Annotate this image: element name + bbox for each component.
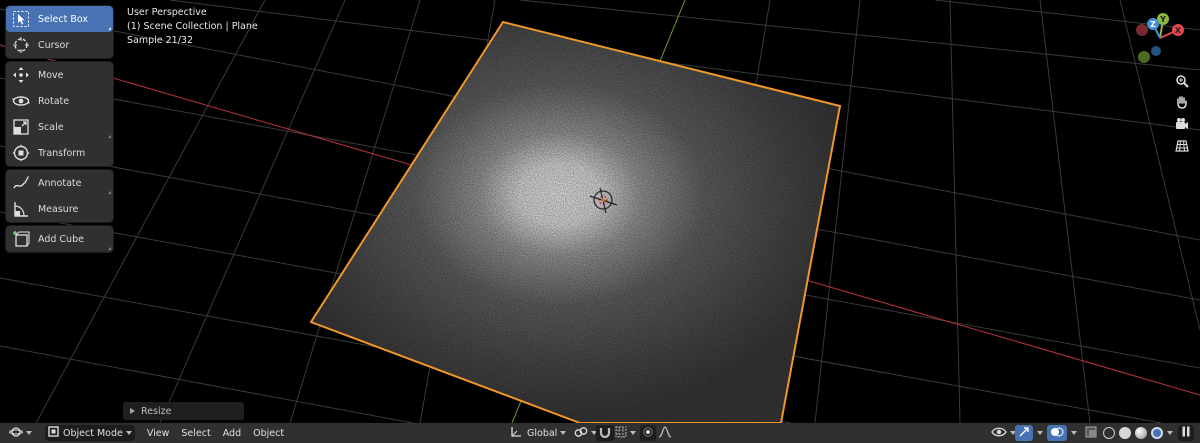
tool-group-select: Select Box Cursor xyxy=(6,6,113,58)
material-preview-icon[interactable] xyxy=(1135,427,1147,439)
render-sample-count: Sample 21/32 xyxy=(127,35,194,46)
tool-annotate[interactable]: Annotate xyxy=(6,170,113,196)
tool-cursor[interactable]: Cursor xyxy=(6,32,113,58)
proportional-edit-icon xyxy=(643,426,653,440)
menu-add[interactable]: Add xyxy=(217,428,247,439)
zoom-icon[interactable] xyxy=(1171,70,1193,92)
magnet-icon xyxy=(599,426,611,441)
falloff-curve-icon xyxy=(658,425,672,441)
tool-label: Move xyxy=(38,69,64,81)
xray-icon xyxy=(1085,426,1097,441)
snap-grid-icon xyxy=(615,426,627,441)
tool-add-cube[interactable]: Add Cube xyxy=(6,226,113,252)
tool-label: Cursor xyxy=(38,39,70,51)
viewport-info: User Perspective (1) Scene Collection | … xyxy=(127,6,258,48)
shading-modes xyxy=(1101,427,1165,439)
x-axis-label: X xyxy=(1175,26,1182,35)
falloff-dropdown[interactable] xyxy=(655,425,675,441)
gizmo-toggle[interactable] xyxy=(1015,425,1033,441)
mode-label: Object Mode xyxy=(63,427,123,439)
tool-rotate[interactable]: Rotate xyxy=(6,88,113,114)
menu-select[interactable]: Select xyxy=(175,428,216,439)
eye-icon xyxy=(991,426,1007,441)
transform-icon xyxy=(10,142,32,164)
solid-shading-icon[interactable] xyxy=(1119,427,1131,439)
tool-label: Measure xyxy=(38,203,79,215)
navigation-gizmo[interactable]: X Y Z xyxy=(1130,8,1190,68)
expand-arrow-icon xyxy=(130,408,135,414)
proportional-edit-toggle[interactable] xyxy=(640,425,656,441)
y-axis-label: Y xyxy=(1159,15,1166,24)
overlay-circles-icon xyxy=(1050,426,1064,441)
tool-move[interactable]: Move xyxy=(6,62,113,88)
collection-info: (1) Scene Collection | Plane xyxy=(127,21,258,32)
rotate-icon xyxy=(10,90,32,112)
orientation-label: Global xyxy=(527,427,558,439)
object-mode-icon xyxy=(48,426,59,440)
hand-pan-icon[interactable] xyxy=(1171,91,1193,113)
camera-icon[interactable] xyxy=(1171,113,1193,135)
tool-transform[interactable]: Transform xyxy=(6,140,113,166)
rendered-shading-icon[interactable] xyxy=(1151,427,1163,439)
tool-label: Add Cube xyxy=(38,233,84,245)
move-icon xyxy=(10,64,32,86)
menu-view[interactable]: View xyxy=(141,428,176,439)
tool-label: Rotate xyxy=(38,95,70,107)
transform-orientation-dropdown[interactable]: Global xyxy=(507,425,569,441)
chevron-down-icon xyxy=(125,431,132,435)
last-operator-panel[interactable]: Resize xyxy=(123,402,244,420)
tool-group-transform: Move Rotate Scale Transform xyxy=(6,62,113,166)
tool-shelf: Select Box Cursor Move Rotate Scale Tran… xyxy=(6,6,113,256)
chevron-down-icon[interactable] xyxy=(1167,431,1173,435)
chevron-down-icon xyxy=(630,431,636,435)
annotate-icon xyxy=(10,172,32,194)
editor-type-icon xyxy=(9,426,23,441)
menu-object[interactable]: Object xyxy=(247,428,290,439)
select-box-icon xyxy=(10,8,32,30)
chevron-down-icon xyxy=(560,431,567,435)
pause-render-button[interactable] xyxy=(1178,425,1194,441)
tool-measure[interactable]: Measure xyxy=(6,196,113,222)
tool-select-box[interactable]: Select Box xyxy=(6,6,113,32)
gizmo-arrows-icon xyxy=(1018,426,1030,441)
wireframe-shading-icon[interactable] xyxy=(1103,427,1115,439)
tool-group-add: Add Cube xyxy=(6,226,113,252)
3d-viewport[interactable]: User Perspective (1) Scene Collection | … xyxy=(0,0,1200,423)
orientation-axes-icon xyxy=(510,426,522,441)
scale-icon xyxy=(10,116,32,138)
z-axis-label: Z xyxy=(1150,20,1156,29)
plane-object[interactable] xyxy=(300,20,845,423)
chevron-down-icon[interactable] xyxy=(1037,431,1043,435)
cursor-icon xyxy=(10,34,32,56)
tool-group-annotate: Annotate Measure xyxy=(6,170,113,222)
tool-label: Annotate xyxy=(38,177,82,189)
overlays-toggle[interactable] xyxy=(1047,425,1067,441)
chevron-down-icon[interactable] xyxy=(1071,431,1077,435)
tool-label: Transform xyxy=(38,147,86,159)
mode-dropdown[interactable]: Object Mode xyxy=(45,425,135,441)
last-operator-label: Resize xyxy=(141,405,172,417)
tool-label: Scale xyxy=(38,121,64,133)
snap-target-dropdown[interactable] xyxy=(612,425,639,441)
scene-canvas[interactable] xyxy=(0,0,1200,423)
xray-toggle[interactable] xyxy=(1082,425,1100,441)
chevron-down-icon xyxy=(26,431,32,435)
tool-scale[interactable]: Scale xyxy=(6,114,113,140)
grid-ortho-icon[interactable] xyxy=(1171,135,1193,157)
pivot-link-icon xyxy=(574,426,588,441)
editor-type-button[interactable] xyxy=(6,425,35,441)
add-cube-icon xyxy=(10,228,32,250)
viewport-header: Object Mode View Select Add Object Globa… xyxy=(0,423,1200,443)
measure-icon xyxy=(10,198,32,220)
tool-label: Select Box xyxy=(38,13,88,25)
header-menus: View Select Add Object xyxy=(141,428,290,439)
view-name: User Perspective xyxy=(127,7,207,18)
pause-icon xyxy=(1181,426,1191,440)
